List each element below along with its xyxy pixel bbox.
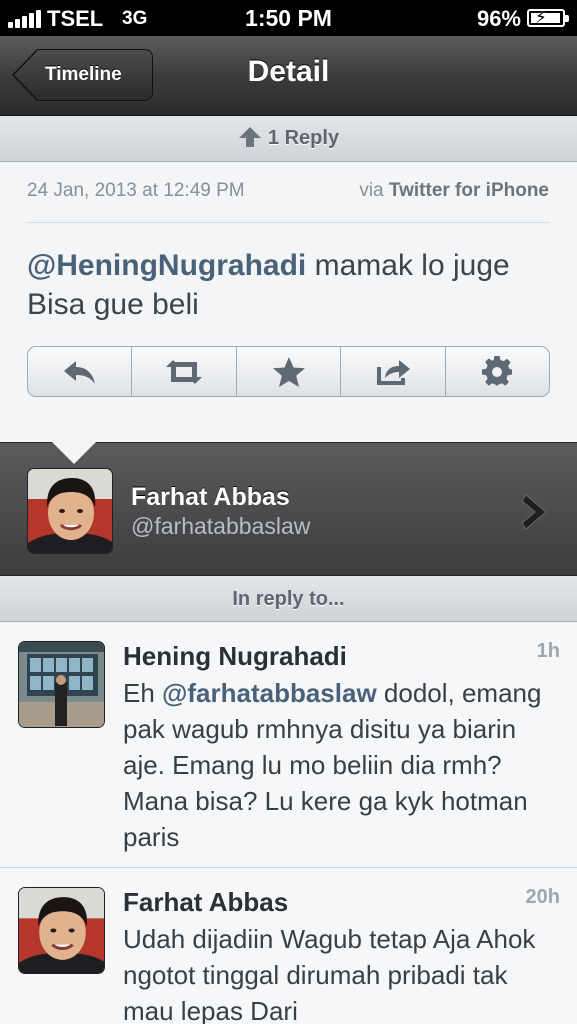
battery-icon: ⚡ bbox=[527, 8, 569, 27]
list-item[interactable]: Farhat Abbas 20h Udah dijadiin Wagub tet… bbox=[0, 869, 577, 1024]
avatar[interactable] bbox=[18, 641, 105, 728]
avatar-hening-nugrahadi-image bbox=[19, 642, 104, 727]
author-bar[interactable]: Farhat Abbas @farhatabbaslaw bbox=[0, 442, 577, 576]
author-handle: @farhatabbaslaw bbox=[131, 513, 311, 539]
reply-icon bbox=[63, 360, 95, 384]
up-arrow-icon bbox=[238, 126, 261, 147]
battery-percentage: 96% bbox=[476, 6, 521, 31]
pointer-notch bbox=[52, 442, 96, 464]
via-app-link[interactable]: Twitter for iPhone bbox=[389, 180, 549, 201]
tweet-action-bar bbox=[27, 346, 550, 397]
favorite-star-icon bbox=[272, 356, 305, 387]
navigation-bar: Timeline Detail bbox=[0, 36, 577, 116]
retweet-icon bbox=[166, 359, 203, 384]
tweet-detail: 24 Jan, 2013 at 12:49 PM via Twitter for… bbox=[0, 162, 577, 442]
mention-link[interactable]: @HeningNugrahadi bbox=[27, 249, 306, 282]
via-prefix: via bbox=[359, 180, 384, 201]
retweet-button[interactable] bbox=[132, 347, 237, 396]
tweet-author-name: Farhat Abbas bbox=[123, 887, 289, 917]
status-bar: TSEL 3G 1:50 PM 96% ⚡ bbox=[0, 0, 577, 36]
page-title: Detail bbox=[247, 55, 330, 88]
favorite-button[interactable] bbox=[237, 347, 342, 396]
replies-count-label: 1 Reply bbox=[267, 127, 340, 149]
tweet-text: Eh @farhatabbaslaw dodol, emang pak wagu… bbox=[123, 675, 563, 855]
replies-count-bar[interactable]: 1 Reply bbox=[0, 116, 577, 162]
tweet-text-part: Udah dijadiin Wagub tetap Aja Ahok ngoto… bbox=[123, 924, 536, 1024]
mention-link[interactable]: @farhatabbaslaw bbox=[162, 678, 377, 708]
divider bbox=[27, 222, 550, 223]
tweet-timestamp: 24 Jan, 2013 at 12:49 PM bbox=[27, 180, 245, 201]
author-name: Farhat Abbas bbox=[131, 483, 290, 511]
share-icon bbox=[376, 359, 410, 385]
in-reply-to-header: In reply to... bbox=[0, 576, 577, 622]
tweet-body: @HeningNugrahadi mamak lo juge Bisa gue … bbox=[27, 246, 557, 324]
tweet-author-name: Hening Nugrahadi bbox=[123, 641, 347, 671]
tweet-age: 20h bbox=[525, 886, 560, 908]
tweet-text-part: Eh bbox=[123, 678, 163, 708]
tweet-age: 1h bbox=[536, 640, 560, 662]
tweet-source: via Twitter for iPhone bbox=[359, 180, 549, 202]
reply-button[interactable] bbox=[28, 347, 133, 396]
more-options-button[interactable] bbox=[446, 347, 549, 396]
avatar[interactable] bbox=[27, 468, 113, 554]
avatar[interactable] bbox=[18, 887, 105, 974]
tweet-text: Udah dijadiin Wagub tetap Aja Ahok ngoto… bbox=[123, 921, 563, 1024]
gear-icon bbox=[482, 355, 513, 386]
share-button[interactable] bbox=[341, 347, 446, 396]
avatar-farhat-abbas-image bbox=[19, 888, 104, 973]
avatar-farhat-abbas-image bbox=[28, 469, 112, 553]
chevron-right-icon bbox=[521, 494, 547, 530]
list-item[interactable]: Hening Nugrahadi 1h Eh @farhatabbaslaw d… bbox=[0, 623, 577, 868]
